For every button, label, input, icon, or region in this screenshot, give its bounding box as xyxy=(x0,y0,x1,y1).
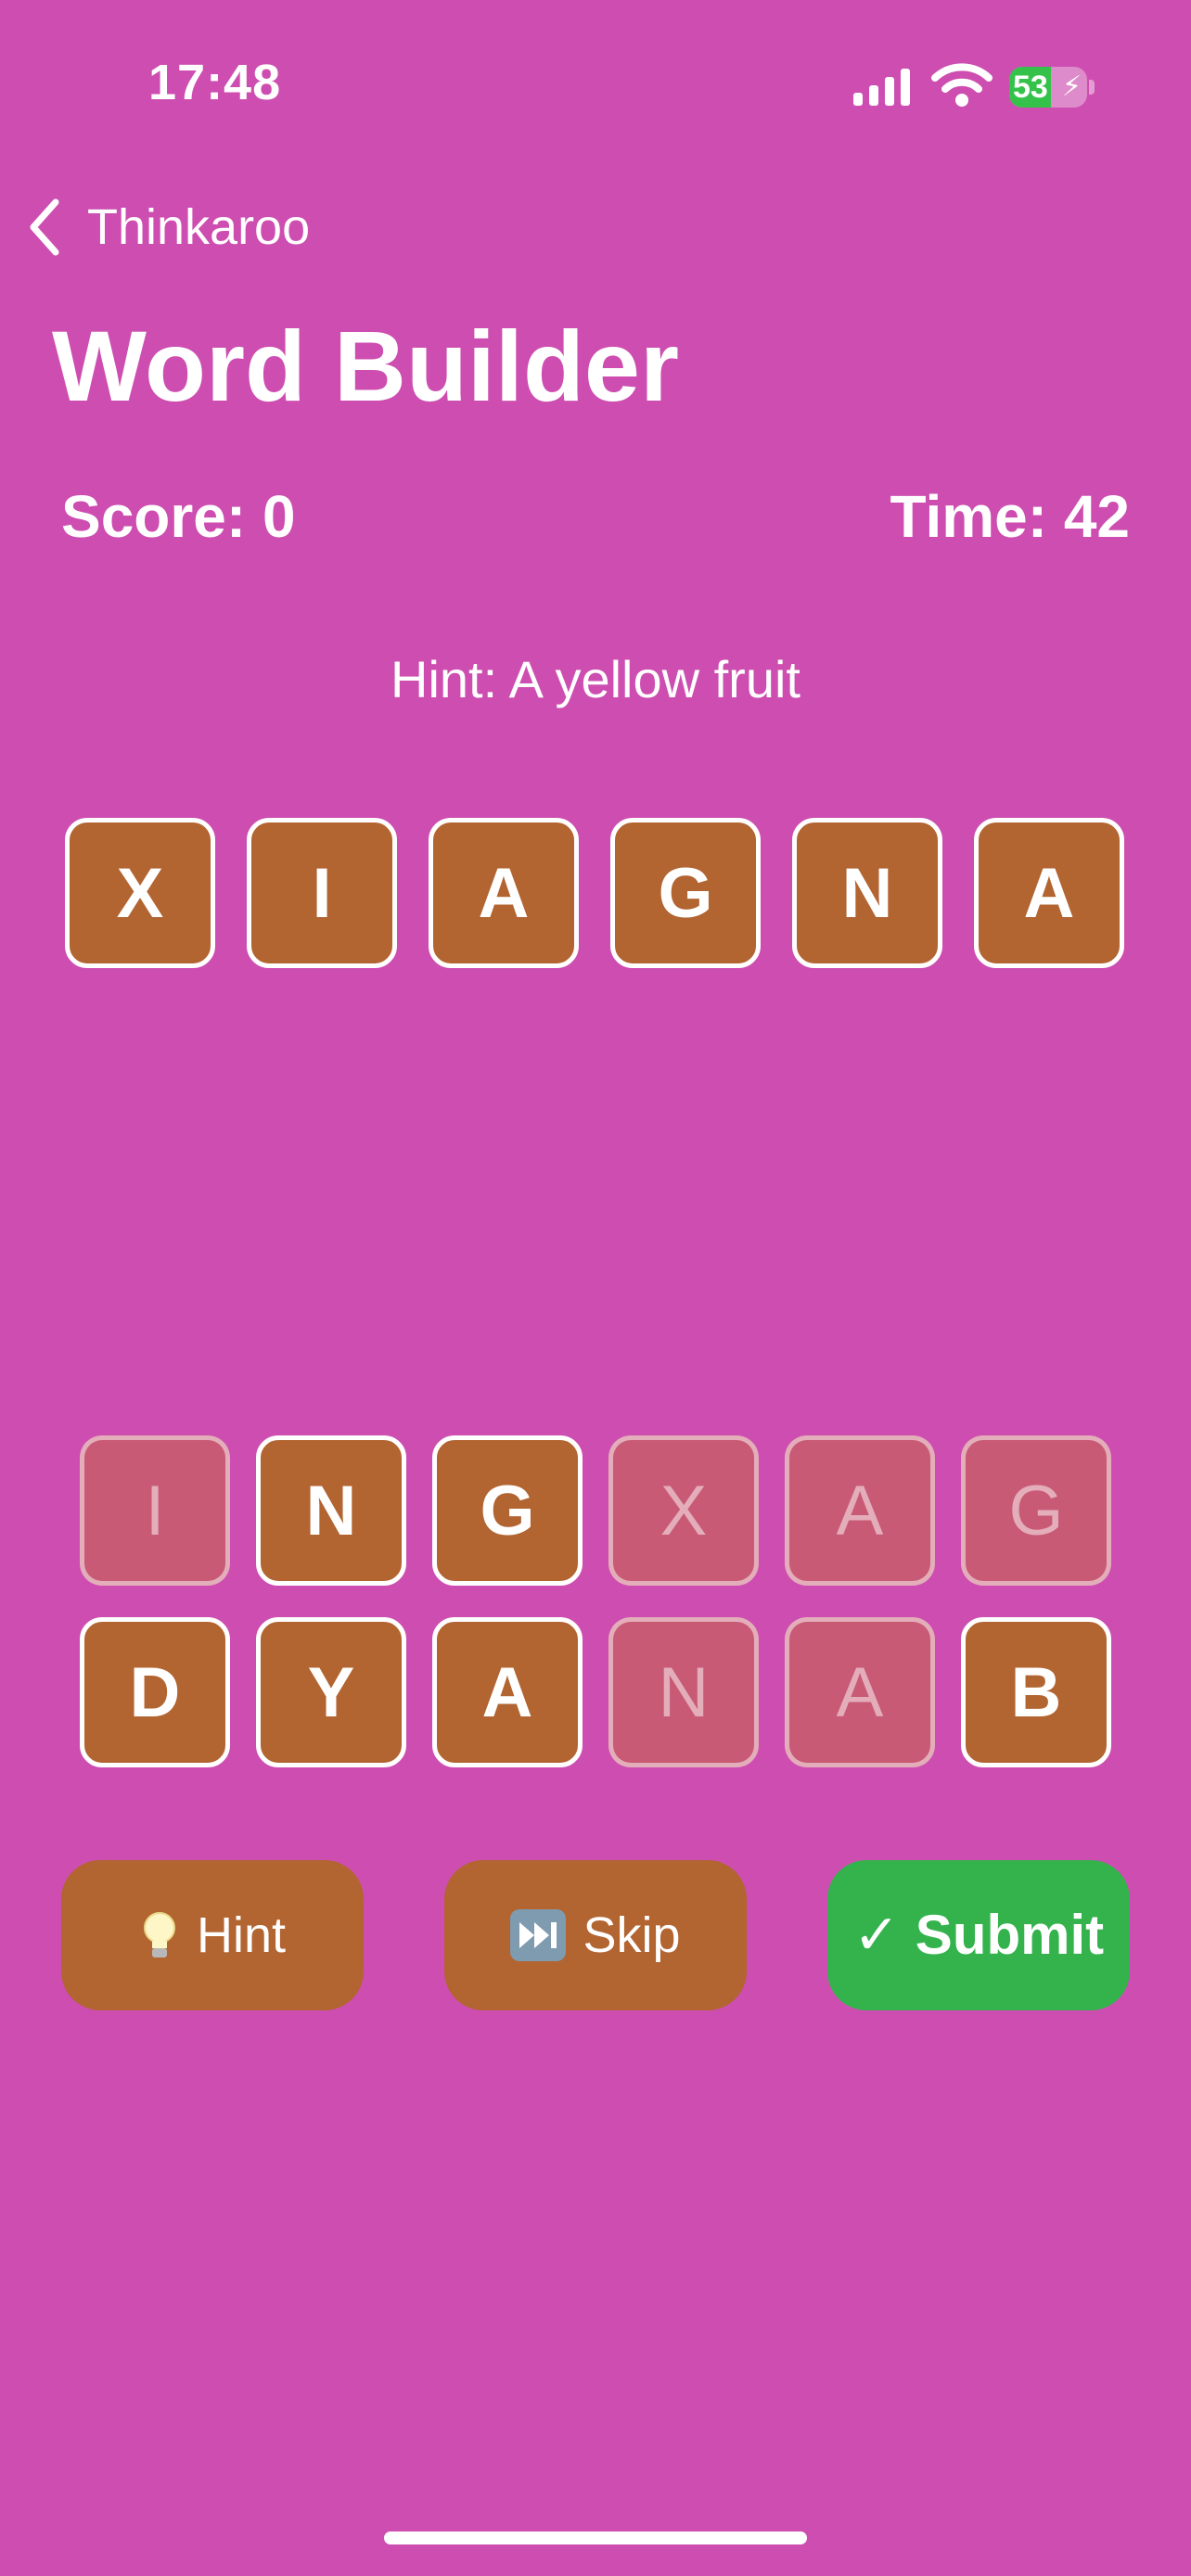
timer-display: Time: 42 xyxy=(890,483,1131,550)
hint-button[interactable]: Hint xyxy=(61,1860,364,2010)
status-time: 17:48 xyxy=(148,55,282,110)
home-indicator[interactable] xyxy=(384,2531,807,2544)
skip-button-label: Skip xyxy=(583,1907,681,1963)
wifi-icon xyxy=(931,63,992,107)
hint-button-label: Hint xyxy=(196,1907,287,1963)
answer-tile[interactable]: G xyxy=(610,818,761,968)
letter-bank-tile[interactable]: A xyxy=(785,1435,935,1586)
chevron-left-icon xyxy=(30,198,59,256)
answer-tile[interactable]: A xyxy=(974,818,1124,968)
answer-tile[interactable]: X xyxy=(65,818,215,968)
hint-text: Hint: A yellow fruit xyxy=(391,650,800,708)
letter-bank-tile[interactable]: A xyxy=(785,1617,935,1767)
score-display: Score: 0 xyxy=(61,483,296,550)
lightbulb-icon xyxy=(139,1909,180,1961)
letter-bank-tile[interactable]: X xyxy=(608,1435,759,1586)
letter-bank-tile[interactable]: N xyxy=(256,1435,406,1586)
fast-forward-icon xyxy=(510,1909,567,1961)
letter-bank-tile[interactable]: D xyxy=(80,1617,230,1767)
battery-charging-icon: 53 ⚡ xyxy=(1009,67,1087,108)
battery-nub xyxy=(1089,80,1095,95)
letter-bank-tile[interactable]: I xyxy=(80,1435,230,1586)
cellular-signal-icon xyxy=(853,69,910,106)
letter-bank-tile[interactable]: N xyxy=(608,1617,759,1767)
letter-bank-tile[interactable]: G xyxy=(432,1435,583,1586)
letter-bank-tile[interactable]: A xyxy=(432,1617,583,1767)
page-title: Word Builder xyxy=(52,310,680,422)
charging-bolt-icon: ⚡ xyxy=(1061,71,1082,102)
answer-tile[interactable]: I xyxy=(247,818,397,968)
letter-bank-tile[interactable]: G xyxy=(961,1435,1111,1586)
submit-button[interactable]: ✓ Submit xyxy=(827,1860,1130,2010)
answer-tile[interactable]: A xyxy=(429,818,579,968)
answer-tile[interactable]: N xyxy=(792,818,942,968)
submit-button-label: ✓ Submit xyxy=(852,1904,1105,1966)
letter-bank-tile[interactable]: Y xyxy=(256,1617,406,1767)
back-button[interactable]: Thinkaroo xyxy=(24,195,310,260)
battery-level: 53 xyxy=(1013,70,1048,105)
back-button-label: Thinkaroo xyxy=(87,199,311,255)
skip-button[interactable]: Skip xyxy=(444,1860,747,2010)
letter-bank-tile[interactable]: B xyxy=(961,1617,1111,1767)
